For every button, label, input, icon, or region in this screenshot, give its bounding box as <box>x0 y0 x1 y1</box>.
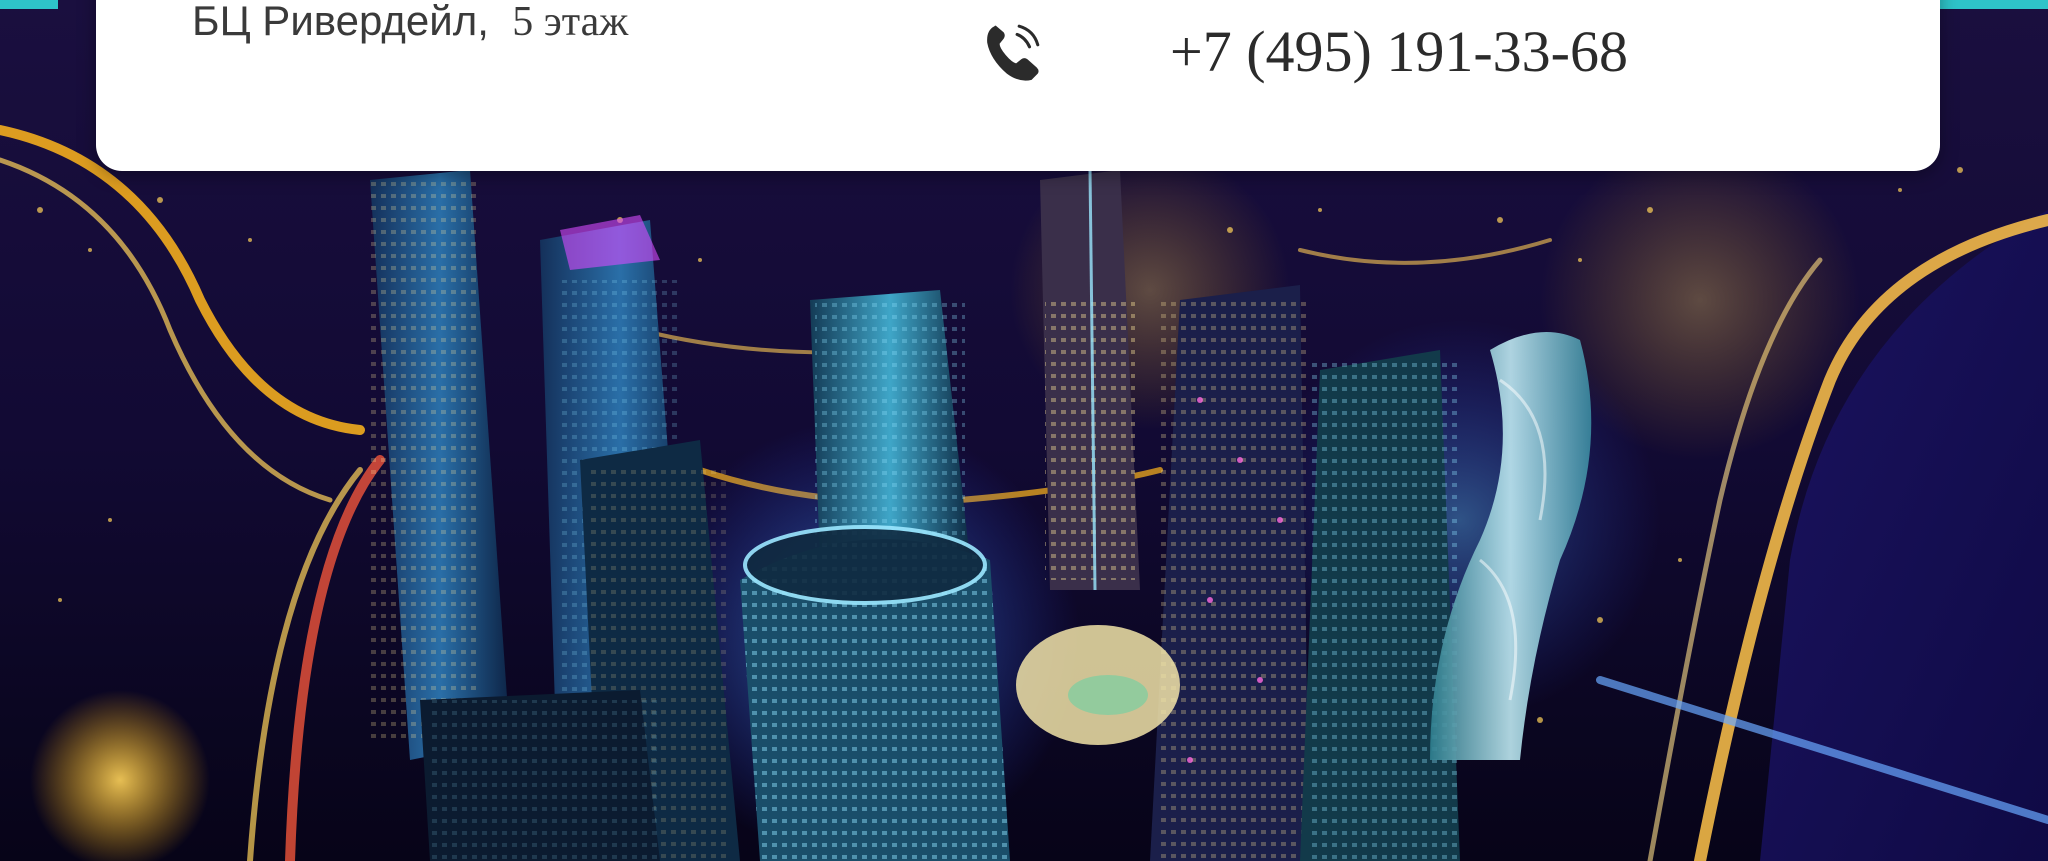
address-building: БЦ Ривердейл, <box>192 0 489 44</box>
address-floor: 5 этаж <box>512 0 629 45</box>
top-left-accent <box>0 0 58 9</box>
top-right-accent <box>1940 0 2048 9</box>
phone-link[interactable]: +7 (495) 191-33-68 <box>1170 20 1628 84</box>
office-address: БЦ Ривердейл, 5 этаж <box>192 0 628 43</box>
phone-icon <box>987 24 1040 81</box>
